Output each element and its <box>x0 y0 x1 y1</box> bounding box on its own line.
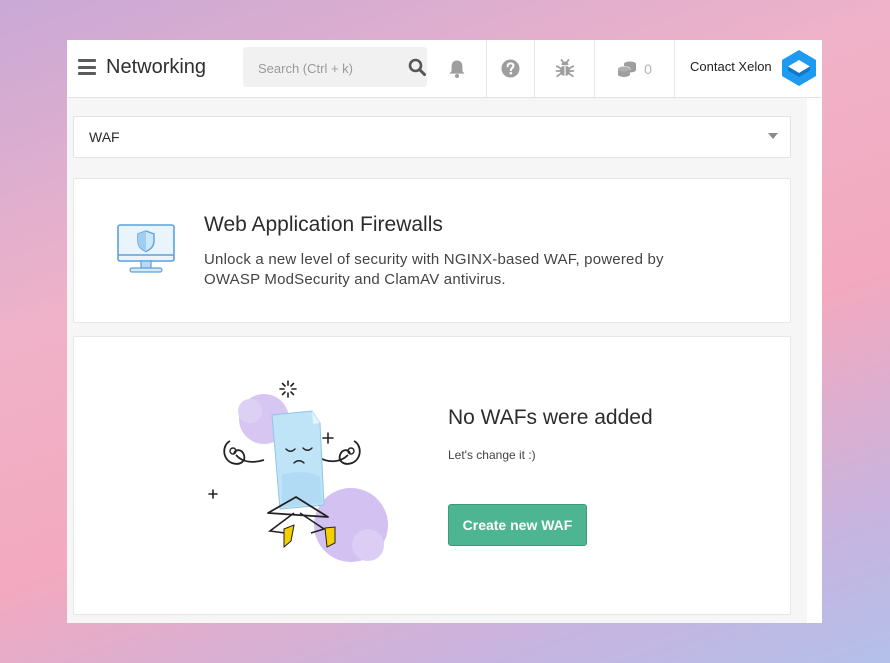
search-input[interactable] <box>243 47 410 89</box>
logo-icon <box>782 50 816 86</box>
search-box[interactable] <box>243 47 427 89</box>
help-icon <box>501 59 520 78</box>
info-card: Web Application Firewalls Unlock a new l… <box>73 178 791 323</box>
info-title: Web Application Firewalls <box>204 213 443 236</box>
contact-link[interactable]: Contact Xelon <box>690 59 772 74</box>
info-description: Unlock a new level of security with NGIN… <box>204 251 664 288</box>
feature-select[interactable]: WAF <box>73 116 791 158</box>
notifications-button[interactable] <box>427 40 486 97</box>
help-button[interactable] <box>487 40 534 97</box>
bug-icon <box>555 58 574 77</box>
meditating-document-illustration <box>208 380 388 562</box>
empty-state-title: No WAFs were added <box>448 406 653 429</box>
app-window: Networking Search (Ctrl + k) 0 Contact X… <box>67 40 822 623</box>
bell-icon <box>449 60 464 78</box>
report-bug-button[interactable] <box>535 40 594 97</box>
credits-button[interactable]: 0 <box>595 40 674 97</box>
top-bar: Networking Search (Ctrl + k) 0 Contact X… <box>67 40 822 98</box>
scrollbar[interactable] <box>807 98 822 623</box>
search-icon[interactable] <box>408 58 426 76</box>
xelon-logo[interactable] <box>779 48 819 93</box>
coins-icon <box>617 61 637 77</box>
page-title: Networking <box>106 56 207 78</box>
empty-state-card: No WAFs were added Let's change it :) Cr… <box>73 336 791 615</box>
chevron-down-icon <box>768 133 778 139</box>
hamburger-icon[interactable] <box>78 59 96 75</box>
divider <box>674 40 675 97</box>
shield-monitor-icon <box>117 224 175 273</box>
credits-count: 0 <box>644 60 652 77</box>
main-content: WAF Web Application Firewalls Unlock a n… <box>67 98 807 623</box>
create-waf-button[interactable]: Create new WAF <box>448 504 587 546</box>
selected-feature: WAF <box>89 129 120 145</box>
empty-state-subtitle: Let's change it :) <box>448 448 536 462</box>
